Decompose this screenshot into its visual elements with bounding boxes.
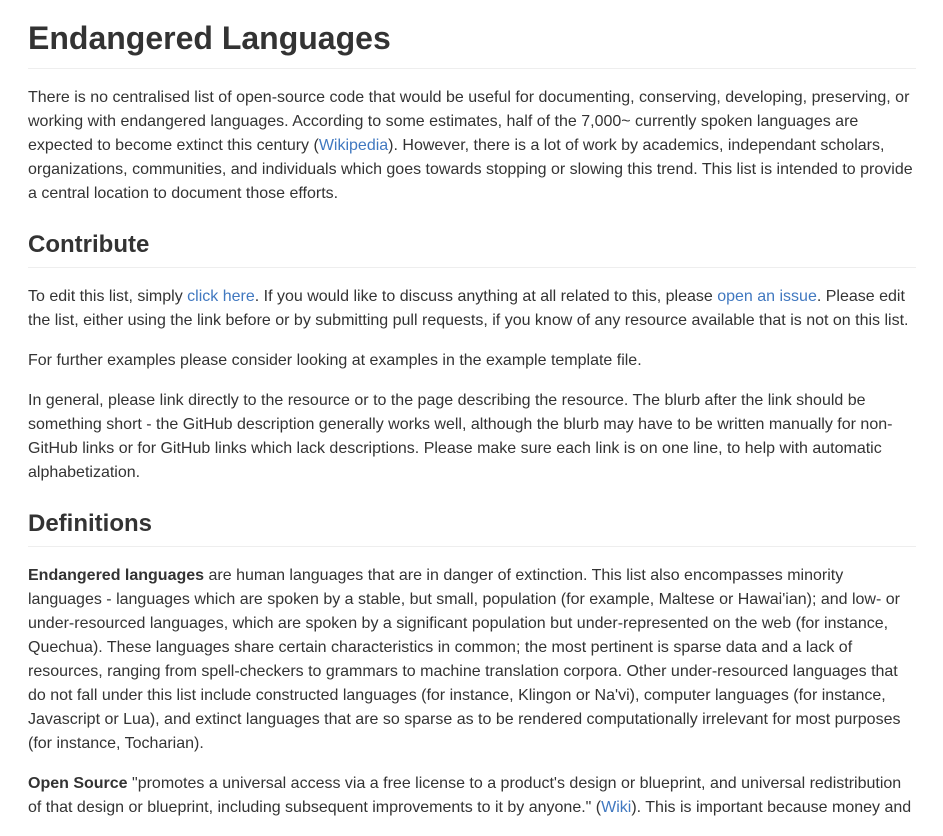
contribute-text-2: . If you would like to discuss anything …: [254, 288, 718, 305]
page-title: Endangered Languages: [28, 0, 916, 69]
intro-paragraph: There is no centralised list of open-sou…: [28, 86, 916, 206]
open-issue-link[interactable]: open an issue: [717, 288, 817, 305]
definition-endangered-languages: Endangered languages are human languages…: [28, 564, 916, 756]
wikipedia-link[interactable]: Wikipedia: [319, 137, 388, 154]
contribute-paragraph-guidelines: In general, please link directly to the …: [28, 392, 893, 481]
definition-open-source-text-2: ). This is important because money and: [631, 799, 912, 816]
definition-endangered-text: are human languages that are in danger o…: [28, 567, 901, 752]
term-endangered-languages: Endangered languages: [28, 567, 205, 584]
click-here-link[interactable]: click here: [187, 288, 255, 305]
contribute-heading: Contribute: [28, 230, 916, 268]
contribute-paragraph-edit: To edit this list, simply click here. If…: [28, 285, 916, 333]
term-open-source: Open Source: [28, 775, 128, 792]
readme-article: Endangered Languages There is no central…: [28, 0, 916, 836]
contribute-paragraph-examples: For further examples please consider loo…: [28, 352, 642, 369]
definition-open-source: Open Source "promotes a universal access…: [28, 772, 916, 820]
definitions-heading: Definitions: [28, 509, 916, 547]
wiki-link[interactable]: Wiki: [601, 799, 631, 816]
contribute-text-1: To edit this list, simply: [28, 288, 188, 305]
